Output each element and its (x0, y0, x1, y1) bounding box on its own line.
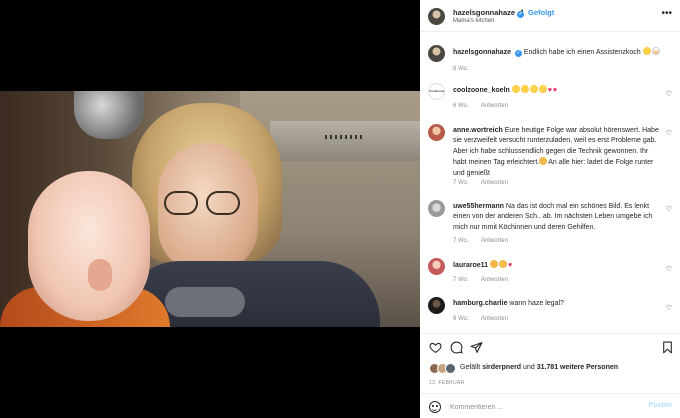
comment-time[interactable]: 7 Wo. (453, 277, 469, 283)
comment-time[interactable]: 8 Wo. (453, 316, 469, 322)
comment-time[interactable]: 6 Wo. (453, 103, 469, 109)
comment-text: uwe55hermann Na das ist doch mal ein sch… (453, 202, 663, 233)
post-date[interactable]: 13. FEBRUAR (429, 380, 465, 386)
comment-username[interactable]: coolzoone_koeln (453, 87, 510, 94)
comment-time[interactable]: 8 Wo. (453, 66, 469, 72)
post-header: hazelsgonnahaze ✓ • Gefolgt Mama's kitche… (420, 0, 680, 32)
avatar[interactable] (428, 258, 445, 275)
more-dots-icon[interactable]: ••• (661, 8, 672, 19)
media-area (0, 0, 420, 418)
emoji-heart-icon: ♥ (507, 262, 513, 269)
share-paper-plane-icon[interactable] (470, 341, 483, 354)
like-heart-icon[interactable]: ♡ (666, 304, 672, 312)
comments-list[interactable]: hazelsgonnahaze ✓ Endlich habe ich einen… (420, 33, 680, 333)
avatar[interactable] (428, 8, 445, 25)
emoji-face-icon (511, 85, 520, 93)
emoji-heart-icon: ♥ (552, 87, 558, 94)
comment-meta: 6 Wo. Antworten (453, 103, 519, 109)
avatar (445, 363, 456, 374)
photo-baby-ear (88, 259, 112, 291)
comment-time[interactable]: 7 Wo. (453, 238, 469, 244)
comment-username[interactable]: hazelsgonnahaze (453, 49, 511, 56)
verified-icon: ✓ (514, 50, 522, 57)
like-heart-icon[interactable]: ♡ (666, 205, 672, 213)
emoji-cook-icon (651, 47, 660, 55)
post-side-panel: hazelsgonnahaze ✓ • Gefolgt Mama's kitche… (420, 0, 680, 418)
emoji-face-icon (520, 85, 529, 93)
photo-pot (74, 91, 144, 139)
emoji-picker-icon[interactable] (429, 401, 441, 413)
caption-body: Endlich habe ich einen Assistenzkoch (523, 49, 641, 56)
liker-username[interactable]: sirderpnerd (482, 364, 521, 371)
liker-avatars[interactable] (429, 363, 457, 374)
emoji-heart-icon: ♥ (547, 87, 552, 94)
emoji-face-icon (529, 85, 538, 93)
emoji-hands-icon (539, 157, 548, 166)
reply-button[interactable]: Antworten (481, 180, 508, 186)
reply-button[interactable]: Antworten (481, 316, 508, 322)
like-heart-icon[interactable]: ♡ (666, 129, 672, 137)
comment-username[interactable]: anne.wortreich (453, 127, 503, 134)
reply-button[interactable]: Antworten (481, 277, 508, 283)
comment-text: coolzoone_koeln ♥♥ (453, 85, 663, 96)
comment-body: wann haze legal? (509, 300, 564, 307)
post-comment-button[interactable]: Posten (649, 402, 672, 409)
emoji-face-icon (642, 47, 651, 55)
add-comment-bar: Posten (420, 393, 680, 418)
photo-range-hood (270, 121, 420, 161)
emoji-hands-icon (489, 260, 498, 268)
photo-glasses (164, 191, 244, 217)
comment-input[interactable] (450, 400, 630, 414)
heart-icon[interactable] (429, 341, 442, 354)
comment-meta: 7 Wo. Antworten (453, 277, 519, 283)
comment-username[interactable]: hamburg.charlie (453, 300, 507, 307)
follow-status-button[interactable]: Gefolgt (528, 8, 554, 17)
separator-dot: • (521, 8, 524, 15)
emoji-face-icon (538, 85, 547, 93)
reply-button[interactable]: Antworten (481, 103, 508, 109)
caption-text: hazelsgonnahaze ✓ Endlich habe ich einen… (453, 47, 663, 58)
photo-hood-vents (325, 135, 365, 139)
comment-meta: 7 Wo. Antworten (453, 180, 519, 186)
avatar[interactable] (428, 297, 445, 314)
avatar[interactable]: Coolzoone (428, 83, 445, 100)
likes-count-link[interactable]: 31.781 weitere Personen (537, 364, 618, 371)
photo-baby-head (28, 171, 150, 321)
comment-meta: 8 Wo. Antworten (453, 316, 519, 322)
avatar[interactable] (428, 200, 445, 217)
like-heart-icon[interactable]: ♡ (666, 265, 672, 273)
comment-meta: 8 Wo. (453, 66, 480, 72)
likes-summary: Gefällt sirderpnerd und 31.781 weitere P… (460, 364, 619, 371)
photo-scarf (165, 287, 245, 317)
comment-username[interactable]: lauraroe11 (453, 262, 488, 269)
comment-meta: 7 Wo. Antworten (453, 238, 519, 244)
post-location[interactable]: Mama's kitchen (453, 18, 495, 24)
post-photo[interactable] (0, 91, 420, 327)
comment-text: anne.wortreich Eure heutige Folge war ab… (453, 126, 663, 179)
post-actions: Gefällt sirderpnerd und 31.781 weitere P… (420, 333, 680, 418)
comment-username[interactable]: uwe55hermann (453, 203, 504, 210)
avatar[interactable] (428, 45, 445, 62)
comment-text: lauraroe11 ♥ (453, 260, 663, 271)
comment-time[interactable]: 7 Wo. (453, 180, 469, 186)
bookmark-icon[interactable] (661, 341, 674, 354)
reply-button[interactable]: Antworten (481, 238, 508, 244)
post-username[interactable]: hazelsgonnahaze ✓ (453, 8, 525, 18)
comment-bubble-icon[interactable] (450, 341, 463, 354)
emoji-hands-icon (498, 260, 507, 268)
comment-text: hamburg.charlie wann haze legal? (453, 299, 663, 309)
like-heart-icon[interactable]: ♡ (666, 90, 672, 98)
avatar[interactable] (428, 124, 445, 141)
